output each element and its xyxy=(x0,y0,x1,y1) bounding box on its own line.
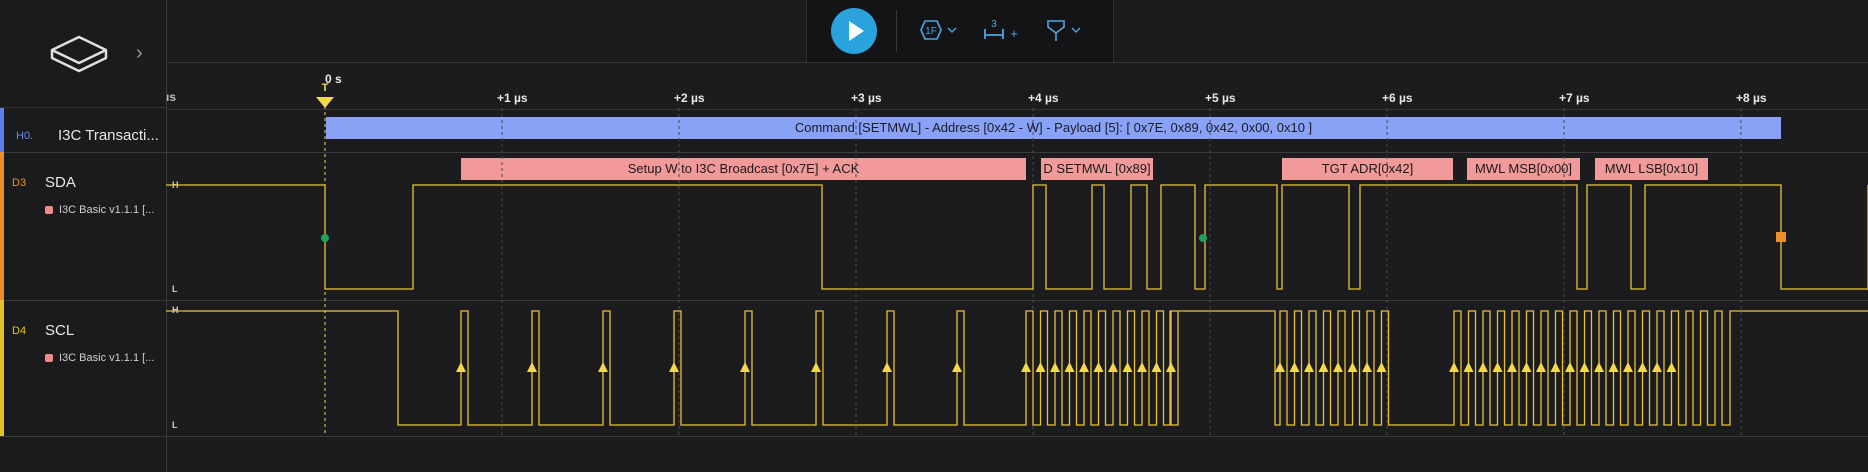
trigger-label: T xyxy=(322,82,329,94)
clock-edge-arrow-icon xyxy=(1108,362,1118,372)
stop-condition-marker xyxy=(1776,232,1786,242)
clock-edge-arrow-icon xyxy=(669,362,679,372)
clock-edge-arrow-icon xyxy=(811,362,821,372)
clock-edge-arrow-icon xyxy=(598,362,608,372)
clock-edge-arrow-icon xyxy=(1463,362,1474,372)
clock-edge-arrow-icon xyxy=(1478,362,1488,372)
clock-edge-arrow-icon xyxy=(1151,362,1162,372)
clock-edge-arrow-icon xyxy=(1666,362,1677,372)
trigger-marker-icon xyxy=(316,97,334,108)
clock-edge-arrow-icon xyxy=(1347,362,1358,372)
clock-edge-arrow-icon xyxy=(1492,362,1503,372)
clock-edge-arrow-icon xyxy=(1050,362,1060,372)
clock-edge-arrow-icon xyxy=(1608,362,1619,372)
clock-edge-arrow-icon xyxy=(1275,362,1285,372)
clock-edge-arrow-icon xyxy=(1507,362,1517,372)
waveform-markers xyxy=(321,232,1786,372)
sda-trace xyxy=(166,184,1868,290)
clock-edge-arrow-icon xyxy=(1565,362,1575,372)
clock-edge-arrow-icon xyxy=(527,362,537,372)
clock-edge-arrow-icon xyxy=(1637,362,1648,372)
waveform-canvas[interactable]: T xyxy=(0,0,1868,472)
clock-edge-arrow-icon xyxy=(1623,362,1633,372)
clock-edge-arrow-icon xyxy=(882,362,892,372)
clock-edge-arrow-icon xyxy=(1021,362,1031,372)
start-condition-marker xyxy=(321,234,329,242)
clock-edge-arrow-icon xyxy=(1521,362,1532,372)
clock-edge-arrow-icon xyxy=(1079,362,1089,372)
restart-condition-marker xyxy=(1199,234,1207,242)
clock-edge-arrow-icon xyxy=(1137,362,1147,372)
sda-waveform xyxy=(166,184,1868,290)
clock-edge-arrow-icon xyxy=(952,362,962,372)
clock-edge-arrow-icon xyxy=(1166,362,1176,372)
clock-edge-arrow-icon xyxy=(1579,362,1590,372)
clock-edge-arrow-icon xyxy=(1550,362,1561,372)
clock-edge-arrow-icon xyxy=(1333,362,1343,372)
clock-edge-arrow-icon xyxy=(1318,362,1329,372)
clock-edge-arrow-icon xyxy=(740,362,750,372)
clock-edge-arrow-icon xyxy=(1304,362,1314,372)
clock-edge-arrow-icon xyxy=(1289,362,1300,372)
clock-edge-arrow-icon xyxy=(1035,362,1046,372)
clock-edge-arrow-icon xyxy=(1362,362,1372,372)
clock-edge-arrow-icon xyxy=(1376,362,1387,372)
clock-edge-arrow-icon xyxy=(1449,362,1459,372)
clock-edge-arrow-icon xyxy=(1594,362,1604,372)
clock-edge-arrow-icon xyxy=(1064,362,1075,372)
clock-edge-arrow-icon xyxy=(1093,362,1104,372)
clock-edge-arrow-icon xyxy=(1536,362,1546,372)
time-gridlines: T xyxy=(316,82,1742,436)
clock-edge-arrow-icon xyxy=(1652,362,1662,372)
clock-edge-arrow-icon xyxy=(1122,362,1133,372)
clock-edge-arrow-icon xyxy=(456,362,466,372)
